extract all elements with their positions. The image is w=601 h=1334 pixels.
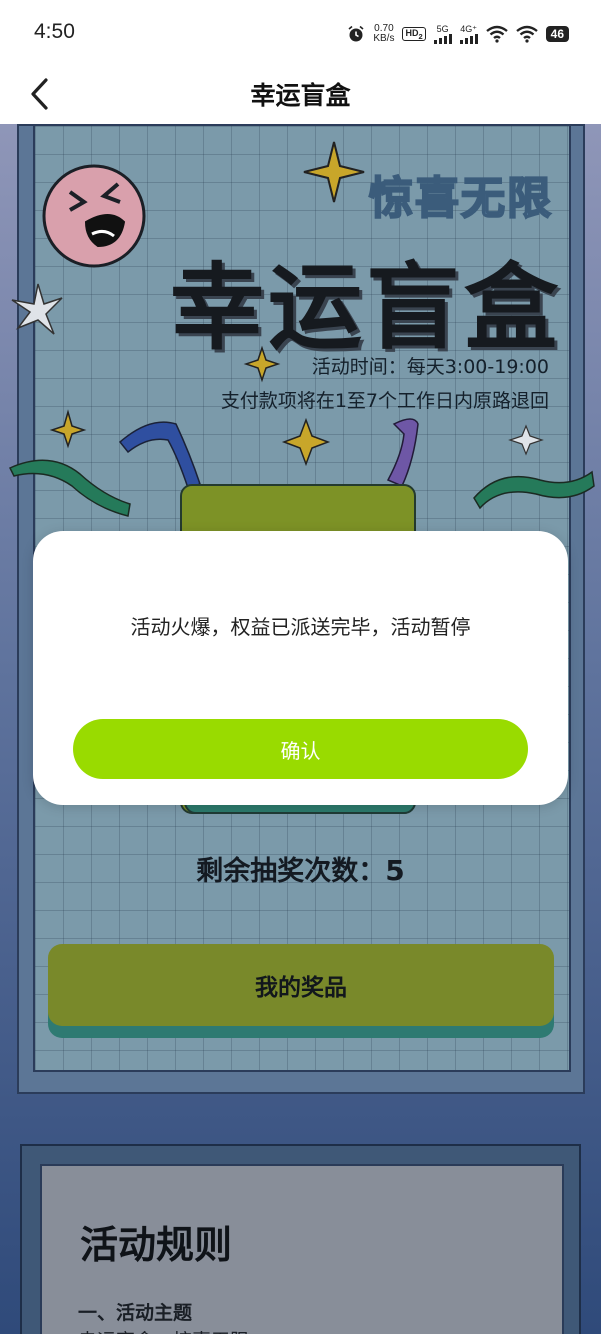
dialog-message: 活动火爆，权益已派送完毕，活动暂停	[130, 615, 471, 639]
sim2-label: 4G⁺	[460, 23, 478, 34]
wifi-calling-icon	[485, 25, 508, 43]
network-speed-unit: KB/s	[373, 33, 395, 44]
page-title: 幸运盲盒	[250, 81, 351, 110]
signal-sim1: 5G	[433, 23, 452, 44]
status-icons: 0.70 KB/s HD2 5G 4G⁺ 46	[347, 20, 569, 48]
confirm-button[interactable]: 确认	[73, 719, 528, 779]
alarm-icon	[348, 25, 364, 42]
signal-sim2: 4G⁺	[459, 23, 478, 44]
network-speed: 0.70 KB/s	[373, 24, 394, 44]
battery-icon: 46	[545, 26, 569, 42]
signal-icon	[433, 33, 452, 44]
status-bar: 4:50 0.70 KB/s HD2 5G 4G⁺ 46	[0, 0, 601, 64]
alert-dialog: 活动火爆，权益已派送完毕，活动暂停 确认	[33, 531, 568, 805]
signal-icon	[459, 33, 478, 44]
hd-label: HD	[405, 27, 419, 38]
hd-icon: HD2	[402, 26, 426, 42]
wifi-icon	[515, 25, 538, 43]
status-time: 4:50	[34, 20, 75, 43]
sim1-label: 5G	[436, 23, 449, 34]
nav-bar: 幸运盲盒	[0, 64, 601, 124]
hd-sub: 2	[418, 31, 423, 41]
